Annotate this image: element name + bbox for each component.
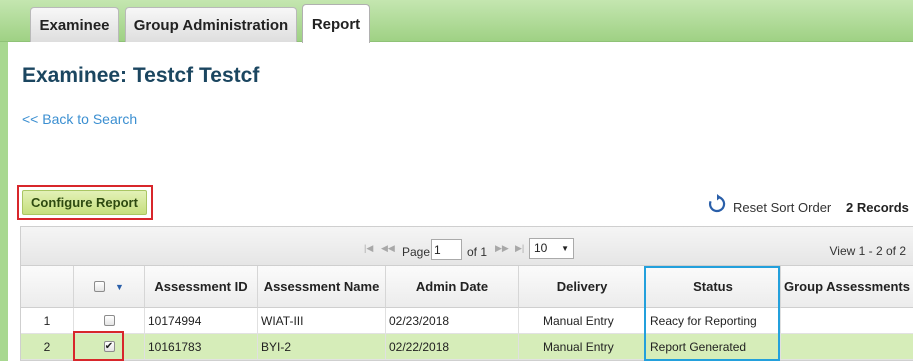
assessment-id-cell: 10161783 bbox=[145, 334, 258, 360]
tab-examinee[interactable]: Examinee bbox=[30, 7, 119, 42]
select-all-checkbox[interactable] bbox=[94, 281, 106, 292]
header-delivery[interactable]: Delivery bbox=[519, 266, 646, 308]
delivery-cell: Manual Entry bbox=[519, 334, 646, 360]
row-number: 2 bbox=[21, 334, 74, 360]
assessment-name-cell: BYI-2 bbox=[258, 334, 386, 360]
admin-date-cell: 02/22/2018 bbox=[386, 334, 519, 360]
page-size-value: 10 bbox=[534, 241, 548, 255]
assessment-id-cell: 10174994 bbox=[145, 308, 258, 334]
tab-report[interactable]: Report bbox=[302, 4, 370, 43]
reset-sort-order-link[interactable]: Reset Sort Order bbox=[733, 200, 831, 215]
page-title: Examinee: Testcf Testcf bbox=[22, 64, 260, 87]
records-count: 2 Records bbox=[846, 200, 909, 215]
page-number-input[interactable] bbox=[431, 239, 462, 260]
first-page-icon[interactable]: |◀ bbox=[364, 243, 373, 254]
left-border-bar bbox=[0, 42, 8, 361]
status-column-highlight bbox=[644, 266, 780, 361]
grid-pager: |◀ ◀◀ Page of 1 ▶▶ ▶| 10 ▼ View 1 - 2 of… bbox=[21, 227, 913, 266]
checkbox-highlight bbox=[73, 331, 124, 361]
group-assessments-cell bbox=[781, 334, 913, 360]
header-assessment-id[interactable]: Assessment ID bbox=[145, 266, 258, 308]
header-group-assessments[interactable]: Group Assessments bbox=[781, 266, 913, 308]
refresh-icon[interactable] bbox=[707, 194, 727, 214]
group-assessments-cell bbox=[781, 308, 913, 334]
delivery-cell: Manual Entry bbox=[519, 308, 646, 334]
configure-report-button[interactable]: Configure Report bbox=[22, 190, 147, 215]
row-number: 1 bbox=[21, 308, 74, 334]
header-admin-date[interactable]: Admin Date bbox=[386, 266, 519, 308]
row-checkbox[interactable] bbox=[103, 315, 115, 326]
prev-page-icon[interactable]: ◀◀ bbox=[381, 243, 395, 254]
next-page-icon[interactable]: ▶▶ bbox=[495, 243, 509, 254]
page-size-select[interactable]: 10 ▼ bbox=[529, 238, 574, 259]
header-select: ▼ bbox=[74, 266, 145, 308]
header-assessment-name[interactable]: Assessment Name bbox=[258, 266, 386, 308]
admin-date-cell: 02/23/2018 bbox=[386, 308, 519, 334]
last-page-icon[interactable]: ▶| bbox=[515, 243, 524, 254]
page-total-label: of 1 bbox=[467, 245, 488, 259]
dropdown-arrow-icon: ▼ bbox=[561, 244, 569, 253]
assessment-name-cell: WIAT-III bbox=[258, 308, 386, 334]
view-count: View 1 - 2 of 2 bbox=[829, 244, 907, 258]
chevron-down-icon[interactable]: ▼ bbox=[115, 279, 124, 295]
tab-bar: Examinee Group Administration Report bbox=[0, 0, 913, 43]
back-to-search-link[interactable]: << Back to Search bbox=[22, 111, 137, 127]
tab-group-administration[interactable]: Group Administration bbox=[125, 7, 297, 42]
page-label: Page bbox=[402, 245, 431, 259]
header-row-number bbox=[21, 266, 74, 308]
